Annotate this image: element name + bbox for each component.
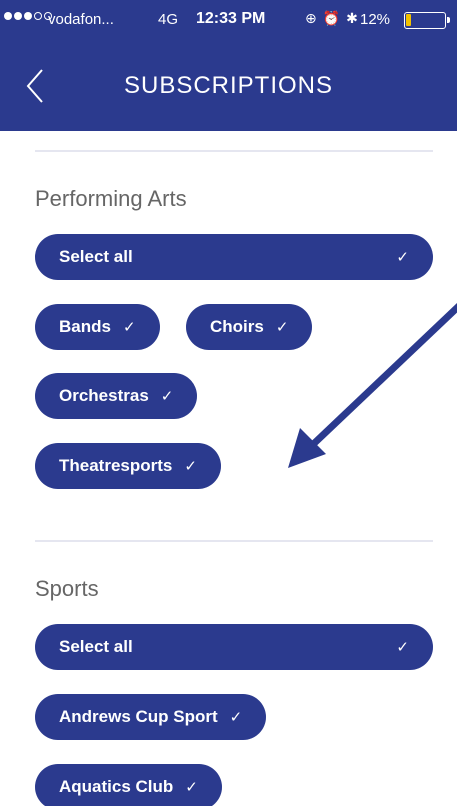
check-icon: ✓ <box>396 639 409 656</box>
page-title: SUBSCRIPTIONS <box>123 72 334 99</box>
check-icon: ✓ <box>396 249 409 266</box>
check-icon: ✓ <box>122 319 136 336</box>
alarm-icon: ⏰ <box>322 10 347 26</box>
network-type: 4G <box>158 11 179 28</box>
section-heading-performing-arts: Performing Arts <box>35 186 187 211</box>
carrier-name: vodafon... <box>48 11 114 28</box>
chip-label: Aquatics Club <box>59 777 174 796</box>
section-divider <box>35 150 433 152</box>
chip-label: Andrews Cup Sport <box>59 707 218 726</box>
check-icon: ✓ <box>185 779 198 796</box>
chip-label: Choirs <box>210 317 264 336</box>
chip-bands[interactable]: Bands ✓ <box>35 304 160 350</box>
chip-andrews-cup-sport[interactable]: Andrews Cup Sport ✓ <box>35 694 267 740</box>
section-divider <box>35 540 433 542</box>
status-bar: vodafon... 4G 12:33 PM ⊕⏰✱ 12% <box>0 0 457 40</box>
chip-orchestras[interactable]: Orchestras ✓ <box>35 373 198 419</box>
rotation-lock-icon: ⊕ <box>305 10 323 26</box>
select-all-sports-button[interactable]: Select all ✓ <box>35 624 433 670</box>
battery-icon <box>404 12 450 29</box>
section-heading-sports: Sports <box>35 576 99 601</box>
chip-aquatics-club[interactable]: Aquatics Club ✓ <box>35 764 222 806</box>
nav-bar: SUBSCRIPTIONS <box>0 40 457 131</box>
select-all-label: Select all <box>59 637 133 656</box>
chip-choirs[interactable]: Choirs ✓ <box>186 304 313 350</box>
chip-label: Theatresports <box>59 456 173 475</box>
chip-label: Orchestras <box>59 386 149 405</box>
clock: 12:33 PM <box>196 10 266 27</box>
signal-strength-icon <box>4 12 52 20</box>
battery-percent: 12% <box>360 11 391 28</box>
check-icon: ✓ <box>184 458 197 475</box>
select-all-label: Select all <box>59 247 133 266</box>
check-icon: ✓ <box>160 388 174 405</box>
check-icon: ✓ <box>275 319 289 336</box>
system-icons: ⊕⏰✱ <box>305 10 364 27</box>
chip-theatresports[interactable]: Theatresports ✓ <box>35 443 221 489</box>
chip-label: Bands <box>59 317 111 336</box>
check-icon: ✓ <box>229 709 243 726</box>
select-all-performing-arts-button[interactable]: Select all ✓ <box>35 234 433 280</box>
